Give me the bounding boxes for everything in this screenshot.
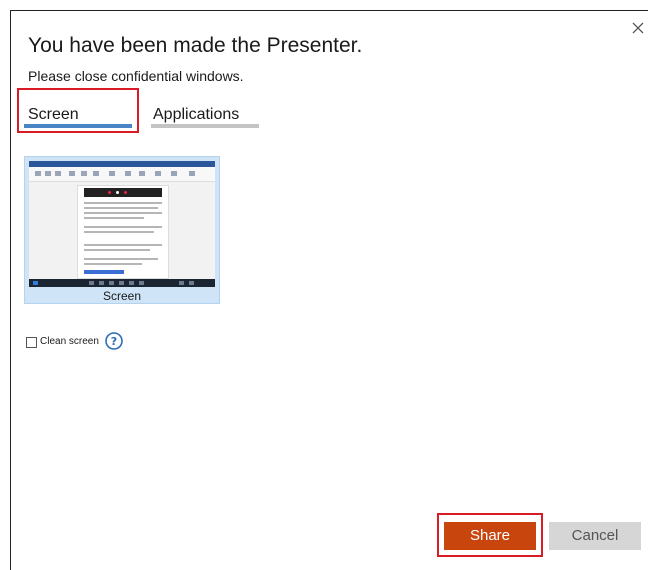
svg-text:?: ? bbox=[111, 335, 117, 348]
screen-preview-image bbox=[29, 161, 215, 287]
clean-screen-checkbox[interactable] bbox=[26, 337, 37, 348]
clean-screen-label: Clean screen bbox=[40, 336, 99, 347]
tab-screen[interactable]: Screen bbox=[28, 106, 79, 124]
cancel-button[interactable]: Cancel bbox=[549, 522, 641, 550]
screen-thumbnail[interactable]: Screen bbox=[24, 156, 220, 304]
tab-screen-indicator bbox=[24, 124, 132, 128]
tab-applications[interactable]: Applications bbox=[153, 106, 239, 124]
share-button[interactable]: Share bbox=[444, 522, 536, 550]
dialog-subtitle: Please close confidential windows. bbox=[28, 68, 244, 84]
dialog-title: You have been made the Presenter. bbox=[28, 34, 363, 57]
close-icon[interactable] bbox=[632, 22, 648, 38]
thumbnail-label: Screen bbox=[102, 289, 142, 303]
tab-applications-indicator bbox=[151, 124, 259, 128]
help-icon[interactable]: ? bbox=[105, 332, 123, 350]
